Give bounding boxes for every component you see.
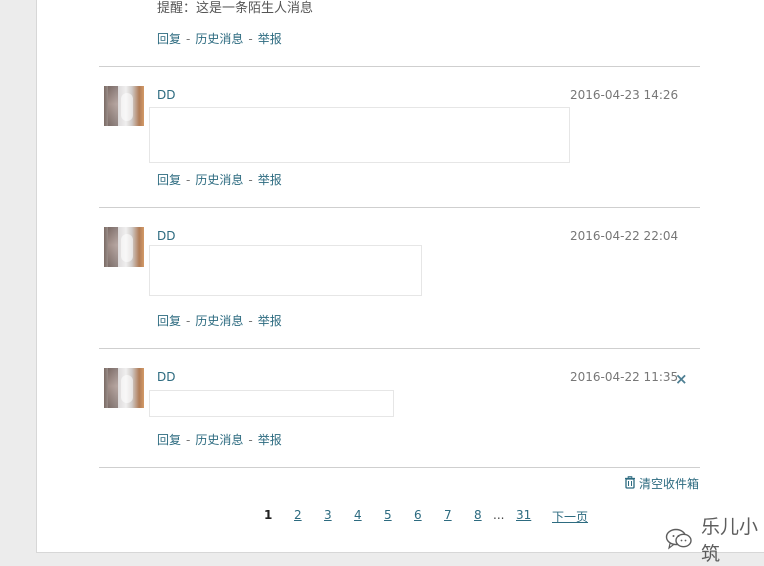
action-separator: - [186,32,191,46]
history-link[interactable]: 历史消息 [195,314,243,328]
pagination: 1 2 3 4 5 6 7 8 ... 31 下一页 [257,508,597,524]
report-link[interactable]: 举报 [258,32,282,46]
watermark-text: 乐儿小筑 [701,516,759,565]
report-link[interactable]: 举报 [258,314,282,328]
message-content-box [149,390,394,417]
message-actions: 回复 - 历史消息 - 举报 [157,431,282,448]
history-link[interactable]: 历史消息 [195,32,243,46]
messages-panel: 提醒：这是一条陌生人消息 回复 - 历史消息 - 举报 DD 2016-04-23 14… [36,0,764,565]
watermark: 乐儿小筑 [665,512,764,566]
page-link[interactable]: 7 [444,508,452,522]
report-link[interactable]: 举报 [258,433,282,447]
sender-name[interactable]: DD [157,370,175,384]
reply-link[interactable]: 回复 [157,32,181,46]
message-divider [99,467,700,468]
sender-name[interactable]: DD [157,88,175,102]
history-link[interactable]: 历史消息 [195,173,243,187]
reply-link[interactable]: 回复 [157,433,181,447]
history-link[interactable]: 历史消息 [195,433,243,447]
page-link[interactable]: 8 [474,508,482,522]
action-separator: - [186,173,191,187]
action-separator: - [248,173,253,187]
action-separator: - [186,433,191,447]
message-time: 2016-04-22 22:04 [570,229,679,243]
report-link[interactable]: 举报 [258,173,282,187]
page-ellipsis: ... [493,508,505,522]
message-actions: 回复 - 历史消息 - 举报 [157,312,282,329]
message-actions: 回复 - 历史消息 - 举报 [157,171,282,188]
avatar[interactable] [104,227,144,267]
page-current: 1 [264,508,273,522]
message-divider [99,348,700,349]
avatar[interactable] [104,86,144,126]
close-icon[interactable]: × [675,372,688,387]
message-divider [99,207,700,208]
message-content-box [149,107,570,163]
page-link[interactable]: 3 [324,508,332,522]
message-time: 2016-04-23 14:26 [570,88,679,102]
trash-icon [624,475,636,492]
page-link[interactable]: 2 [294,508,302,522]
reply-link[interactable]: 回复 [157,173,181,187]
page-link-last[interactable]: 31 [516,508,531,522]
reply-link[interactable]: 回复 [157,314,181,328]
action-separator: - [248,433,253,447]
message-content-box [149,245,422,296]
message-time: 2016-04-22 11:35 [570,370,679,384]
action-separator: - [186,314,191,328]
action-separator: - [248,314,253,328]
action-separator: - [248,32,253,46]
message-divider [99,66,700,67]
page-link[interactable]: 6 [414,508,422,522]
message-actions: 回复 - 历史消息 - 举报 [157,30,282,47]
avatar[interactable] [104,368,144,408]
page-link[interactable]: 4 [354,508,362,522]
clear-inbox-button[interactable]: 清空收件箱 [624,475,699,492]
page-link[interactable]: 5 [384,508,392,522]
chat-bubble-icon [665,527,693,551]
stranger-message-reminder: 提醒：这是一条陌生人消息 [157,1,314,16]
next-page-link[interactable]: 下一页 [552,508,588,525]
sender-name[interactable]: DD [157,229,175,243]
clear-inbox-label: 清空收件箱 [639,477,700,491]
